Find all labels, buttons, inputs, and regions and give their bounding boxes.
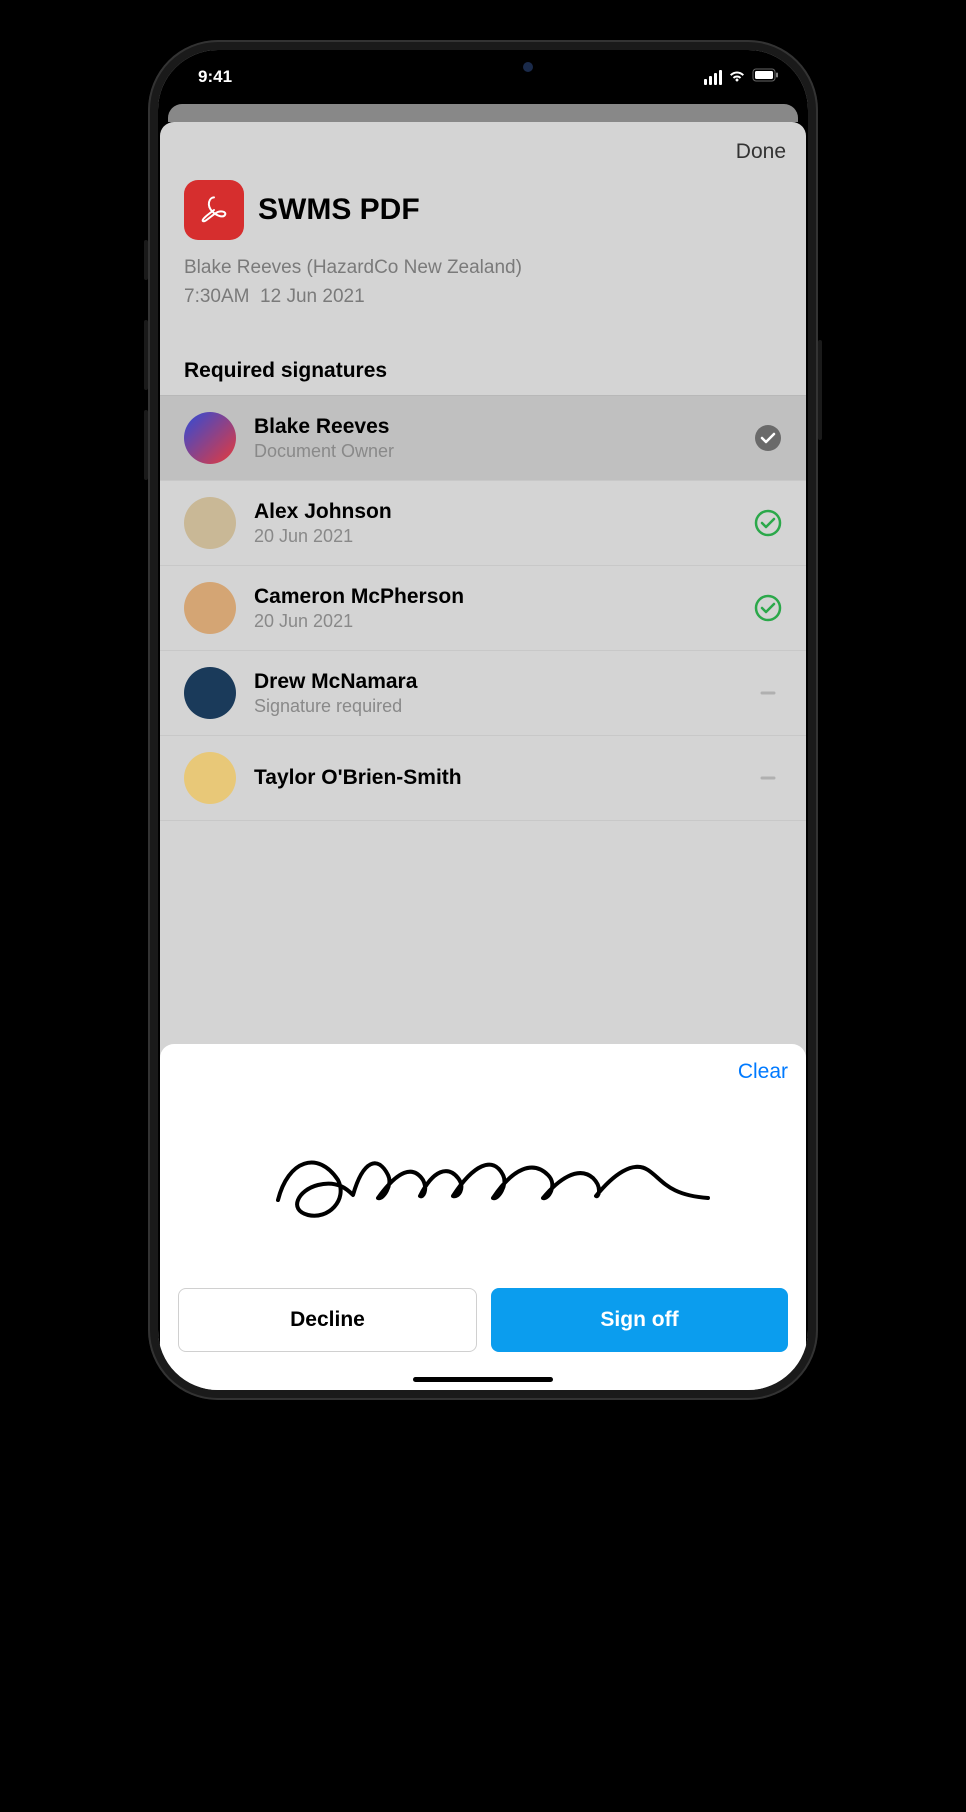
wifi-icon <box>728 68 746 87</box>
avatar <box>184 582 236 634</box>
signature-canvas[interactable] <box>178 1090 788 1270</box>
signer-name: Taylor O'Brien-Smith <box>254 766 736 790</box>
document-title: SWMS PDF <box>258 193 420 227</box>
background-sheet-peek <box>168 104 798 122</box>
pending-dash-icon <box>754 679 782 707</box>
done-button[interactable]: Done <box>736 140 786 164</box>
battery-icon <box>752 68 780 87</box>
signoff-button[interactable]: Sign off <box>491 1288 788 1352</box>
checkmark-circle-icon <box>754 594 782 622</box>
pdf-icon <box>184 180 244 240</box>
signer-info: Drew McNamaraSignature required <box>254 670 736 717</box>
home-indicator[interactable] <box>413 1377 553 1382</box>
clear-button[interactable]: Clear <box>738 1060 788 1084</box>
signer-name: Drew McNamara <box>254 670 736 694</box>
decline-button[interactable]: Decline <box>178 1288 477 1352</box>
signer-row[interactable]: Blake ReevesDocument Owner <box>160 396 806 481</box>
status-icons <box>704 68 780 87</box>
signer-name: Blake Reeves <box>254 415 736 439</box>
document-owner: Blake Reeves (HazardCo New Zealand) <box>184 254 782 283</box>
signer-info: Alex Johnson20 Jun 2021 <box>254 500 736 547</box>
signer-subtext: 20 Jun 2021 <box>254 611 736 632</box>
signer-subtext: Document Owner <box>254 441 736 462</box>
avatar <box>184 752 236 804</box>
pending-dash-icon <box>754 764 782 792</box>
signer-subtext: Signature required <box>254 696 736 717</box>
avatar <box>184 412 236 464</box>
cellular-signal-icon <box>704 70 722 85</box>
signer-name: Cameron McPherson <box>254 585 736 609</box>
document-datetime: 7:30AM 12 Jun 2021 <box>184 283 782 312</box>
signer-info: Cameron McPherson20 Jun 2021 <box>254 585 736 632</box>
signer-subtext: 20 Jun 2021 <box>254 526 736 547</box>
signer-row[interactable]: Drew McNamaraSignature required <box>160 651 806 736</box>
checkmark-filled-icon <box>754 424 782 452</box>
signature-list: Blake ReevesDocument OwnerAlex Johnson20… <box>160 395 806 821</box>
signer-row[interactable]: Cameron McPherson20 Jun 2021 <box>160 566 806 651</box>
avatar <box>184 667 236 719</box>
status-time: 9:41 <box>186 67 232 87</box>
signer-info: Taylor O'Brien-Smith <box>254 766 736 790</box>
modal-sheet: Done SWMS PDF Blake Reeves (HazardCo New… <box>160 122 806 1390</box>
signer-row[interactable]: Alex Johnson20 Jun 2021 <box>160 481 806 566</box>
section-title: Required signatures <box>160 331 806 395</box>
signature-panel: Clear Decline Sign off <box>160 1044 806 1390</box>
signer-row[interactable]: Taylor O'Brien-Smith <box>160 736 806 821</box>
signer-name: Alex Johnson <box>254 500 736 524</box>
avatar <box>184 497 236 549</box>
document-info: SWMS PDF Blake Reeves (HazardCo New Zeal… <box>160 172 806 331</box>
signer-info: Blake ReevesDocument Owner <box>254 415 736 462</box>
checkmark-circle-icon <box>754 509 782 537</box>
